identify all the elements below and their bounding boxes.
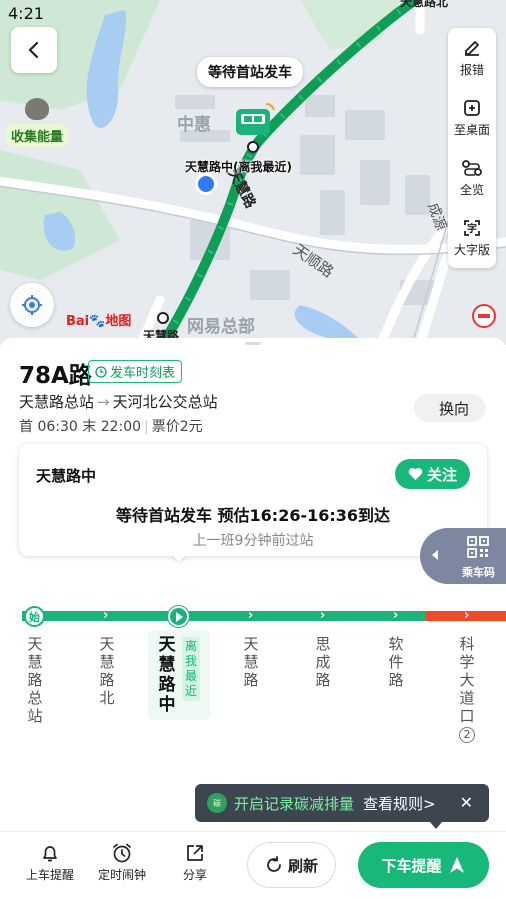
direction-arrow: → bbox=[97, 393, 110, 411]
map-stop-label[interactable]: 天慧路中(离我最近) bbox=[185, 158, 292, 175]
map-label-zhonghui: 中惠 bbox=[177, 114, 211, 135]
carbon-leaf-icon: 碳 bbox=[207, 793, 227, 813]
follow-button[interactable]: 关注 bbox=[395, 459, 470, 489]
map-toolbar: 报错 至桌面 全览 字 大字版 bbox=[448, 28, 496, 268]
alight-alert-label: 下车提醒 bbox=[381, 856, 442, 875]
route-times: 首 06:30 末 22:00 | 票价2元 bbox=[19, 419, 203, 435]
carbon-rules-link[interactable]: 查看规则> bbox=[363, 793, 436, 814]
station-3[interactable]: 天慧路 bbox=[241, 635, 261, 689]
map-status-bubble: 等待首站发车 bbox=[197, 57, 303, 87]
alarm-clock-icon bbox=[113, 843, 131, 863]
route-from: 天慧路总站 bbox=[19, 393, 95, 411]
ride-qr-button[interactable]: 乘车码 bbox=[420, 528, 506, 584]
carbon-tip-text: 开启记录碳减排量 bbox=[234, 794, 355, 813]
start-station-badge: 始 bbox=[24, 606, 45, 627]
ride-qr-label: 乘车码 bbox=[462, 566, 495, 579]
station-2-current[interactable]: 天慧路中 bbox=[156, 635, 178, 715]
share-label: 分享 bbox=[182, 868, 207, 882]
add-to-desktop-icon bbox=[464, 100, 480, 116]
drag-handle[interactable] bbox=[245, 342, 261, 345]
alight-alert-button[interactable]: 下车提醒 bbox=[358, 842, 489, 888]
station-1[interactable]: 天慧路北 bbox=[97, 635, 117, 707]
qr-code-icon bbox=[467, 536, 489, 558]
switch-direction-label: 换向 bbox=[438, 399, 469, 418]
last-bus-time: 末 22:00 bbox=[82, 419, 142, 435]
navigation-arrow-icon bbox=[449, 857, 464, 873]
overview-button[interactable]: 全览 bbox=[448, 148, 496, 208]
station-4[interactable]: 思成路 bbox=[313, 635, 333, 689]
alarm-button[interactable]: 定时闹钟 bbox=[92, 840, 152, 883]
station-0[interactable]: 天慧路总站 bbox=[25, 635, 45, 725]
large-font-icon: 字 bbox=[464, 220, 480, 236]
station-6[interactable]: 科学大道口 2 bbox=[457, 635, 477, 743]
energy-mascot-icon bbox=[25, 98, 49, 120]
route-name: 78A路 bbox=[19, 363, 92, 389]
arrival-estimate: 等待首站发车 预估16:26-16:36到达 bbox=[115, 506, 391, 525]
large-font-button[interactable]: 字 大字版 bbox=[448, 208, 496, 268]
stop-card-name: 天慧路中 bbox=[36, 467, 97, 485]
direction-chevron-icon: › bbox=[464, 608, 470, 623]
locate-button[interactable] bbox=[10, 283, 54, 327]
first-bus-time: 首 06:30 bbox=[19, 419, 78, 435]
fare: 票价2元 bbox=[151, 419, 203, 435]
share-icon bbox=[187, 845, 203, 861]
overview-label: 全览 bbox=[459, 183, 484, 197]
add-to-desktop-button[interactable]: 至桌面 bbox=[448, 88, 496, 148]
carbon-tip-pointer bbox=[430, 822, 442, 829]
alarm-label: 定时闹钟 bbox=[97, 868, 146, 882]
collect-energy-label: 收集能量 bbox=[4, 124, 69, 147]
locate-icon bbox=[22, 295, 42, 315]
route-line-passed bbox=[22, 611, 426, 621]
refresh-button[interactable]: 刷新 bbox=[247, 842, 336, 888]
route-to: 天河北公交总站 bbox=[112, 393, 218, 411]
current-station-icon bbox=[168, 606, 189, 627]
add-to-desktop-label: 至桌面 bbox=[453, 123, 490, 137]
subway-line-badge: 2 bbox=[459, 727, 475, 743]
back-button[interactable] bbox=[11, 27, 57, 73]
map-view[interactable]: 中惠 天顺路 天慧路 网易总部 天慧路北 天慧路 成源 4:21 收集能量 等待… bbox=[0, 0, 506, 345]
bottom-bar: 上车提醒 定时闹钟 分享 刷新 下车提醒 bbox=[0, 831, 506, 899]
board-alert-button[interactable]: 上车提醒 bbox=[20, 840, 80, 883]
map-label-netease: 网易总部 bbox=[187, 316, 255, 337]
direction-chevron-icon: › bbox=[248, 608, 254, 623]
clock-icon bbox=[95, 365, 107, 378]
follow-label: 关注 bbox=[426, 465, 457, 484]
bell-icon bbox=[43, 846, 57, 862]
direction-chevron-icon: › bbox=[103, 608, 109, 623]
stop-card: 天慧路中 关注 等待首站发车 预估16:26-16:36到达 上一班9分钟前过站 bbox=[19, 444, 487, 556]
last-pass-info: 上一班9分钟前过站 bbox=[192, 533, 314, 549]
route-panel: 78A路 发车时刻表 天慧路总站 → 天河北公交总站 首 06:30 末 22:00… bbox=[0, 338, 506, 899]
share-button[interactable]: 分享 bbox=[165, 840, 225, 883]
report-error-label: 报错 bbox=[459, 63, 484, 77]
back-arrow-icon bbox=[28, 41, 39, 59]
large-font-label: 大字版 bbox=[453, 243, 490, 257]
station-6-name: 科学大道口 bbox=[459, 635, 475, 725]
timetable-button[interactable]: 发车时刻表 bbox=[88, 360, 183, 383]
stop-card-pointer bbox=[172, 556, 186, 566]
direction-chevron-icon: › bbox=[320, 608, 326, 623]
direction-chevron-icon: › bbox=[393, 608, 399, 623]
nearest-badge: 离我最近 bbox=[182, 637, 200, 701]
collapse-arrow-icon bbox=[432, 550, 438, 560]
refresh-label: 刷新 bbox=[287, 856, 318, 875]
carbon-tip[interactable]: 碳 开启记录碳减排量 查看规则> ✕ bbox=[195, 784, 489, 822]
collect-energy[interactable]: 收集能量 bbox=[2, 98, 72, 147]
board-alert-label: 上车提醒 bbox=[25, 868, 74, 882]
switch-direction-button[interactable]: 换向 bbox=[414, 394, 486, 422]
baidu-map-logo: Bai🐾地图 bbox=[66, 314, 132, 329]
close-icon[interactable]: ✕ bbox=[460, 793, 473, 812]
edit-icon bbox=[465, 41, 479, 56]
status-time: 4:21 bbox=[8, 4, 44, 23]
station-5[interactable]: 软件路 bbox=[386, 635, 406, 689]
heart-icon bbox=[408, 468, 423, 480]
report-error-button[interactable]: 报错 bbox=[448, 28, 496, 88]
svg-text:字: 字 bbox=[467, 222, 477, 235]
map-label-tianhui-north: 天慧路北 bbox=[400, 0, 448, 9]
refresh-icon bbox=[267, 856, 281, 872]
route-direction: 天慧路总站 → 天河北公交总站 bbox=[19, 391, 218, 412]
timetable-label: 发车时刻表 bbox=[110, 366, 176, 381]
overview-icon bbox=[462, 160, 482, 176]
